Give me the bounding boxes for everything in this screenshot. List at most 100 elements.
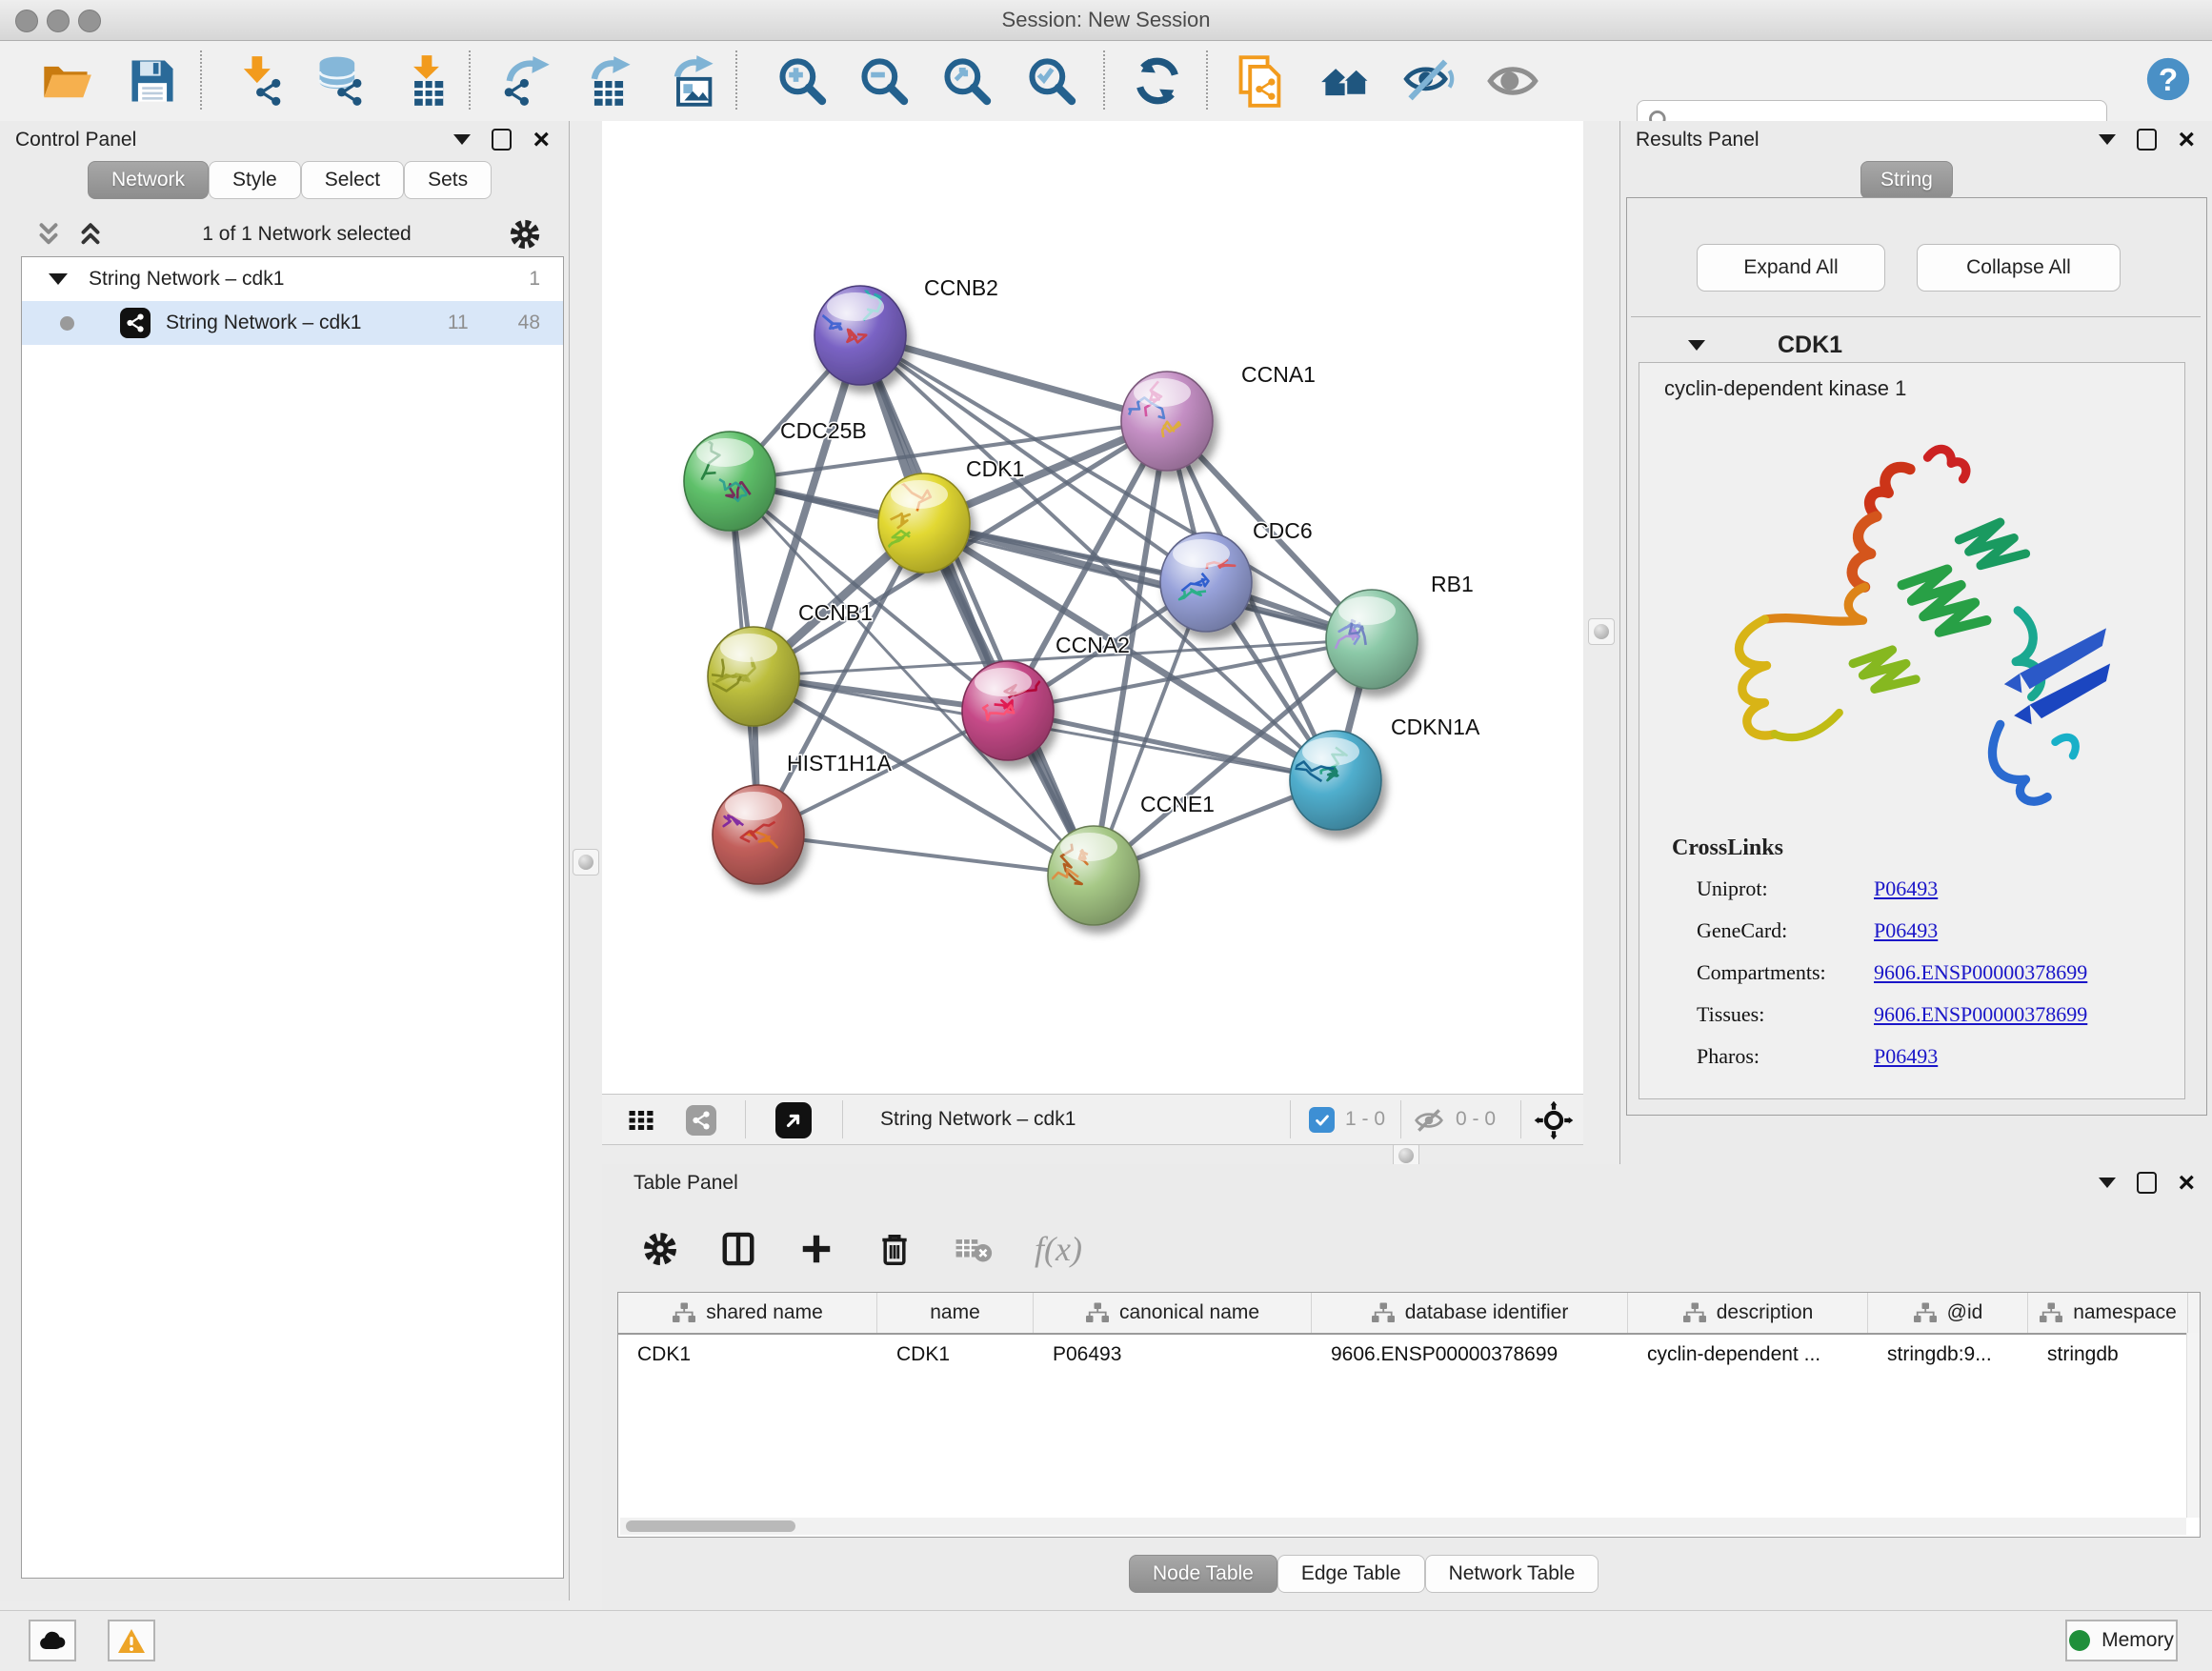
table-cell[interactable]: stringdb xyxy=(2028,1335,2188,1375)
tab-edge-table[interactable]: Edge Table xyxy=(1277,1555,1425,1593)
cloud-status-button[interactable] xyxy=(29,1620,76,1661)
node-table[interactable]: shared namenamecanonical namedatabase id… xyxy=(617,1292,2201,1538)
show-columns-icon[interactable] xyxy=(720,1231,756,1267)
table-row[interactable]: CDK1CDK1P064939606.ENSP00000378699cyclin… xyxy=(618,1335,2200,1375)
import-table-file-icon[interactable] xyxy=(400,54,453,108)
preview-eye-icon[interactable] xyxy=(1486,54,1539,108)
network-collection-row[interactable]: String Network – cdk1 1 xyxy=(22,257,563,301)
network-node-CCNB1[interactable] xyxy=(705,627,799,726)
expand-all-networks-icon[interactable] xyxy=(76,220,105,249)
network-node-RB1[interactable] xyxy=(1326,590,1418,689)
results-panel-close-icon[interactable]: × xyxy=(2178,131,2195,150)
left-splitter[interactable] xyxy=(570,121,602,1601)
left-splitter-grip[interactable] xyxy=(573,849,599,876)
control-panel-float-icon[interactable] xyxy=(492,129,512,151)
results-panel-float-icon[interactable] xyxy=(2137,129,2157,151)
h-scrollbar-thumb[interactable] xyxy=(626,1520,795,1532)
expand-all-button[interactable]: Expand All xyxy=(1697,244,1885,292)
column-header-namespace[interactable]: namespace xyxy=(2028,1293,2188,1333)
bottom-splitter[interactable] xyxy=(602,1145,1583,1164)
export-network-icon[interactable] xyxy=(499,54,553,108)
save-session-icon[interactable] xyxy=(126,54,179,108)
network-node-CCNA1[interactable] xyxy=(1121,372,1213,471)
tab-style[interactable]: Style xyxy=(209,161,301,199)
network-node-CDC25B[interactable] xyxy=(684,432,775,531)
collection-expander-icon[interactable] xyxy=(49,273,68,285)
network-node-CCNB2[interactable] xyxy=(814,286,906,385)
crosslink-link[interactable]: P06493 xyxy=(1874,918,1938,943)
hidden-eye-slash-icon[interactable] xyxy=(1414,1105,1444,1136)
tab-network[interactable]: Network xyxy=(88,161,209,199)
crosslink-link[interactable]: P06493 xyxy=(1874,876,1938,901)
clone-network-icon[interactable] xyxy=(1234,54,1287,108)
export-table-icon[interactable] xyxy=(582,54,635,108)
network-node-CDKN1A[interactable] xyxy=(1290,731,1381,830)
birds-eye-view-icon[interactable] xyxy=(775,1102,812,1138)
table-horizontal-scrollbar[interactable] xyxy=(620,1518,2186,1535)
zoom-selected-icon[interactable] xyxy=(1025,54,1078,108)
function-builder-icon[interactable]: f(x) xyxy=(1035,1229,1082,1269)
table-cell[interactable]: P06493 xyxy=(1034,1335,1312,1375)
right-splitter[interactable] xyxy=(1583,121,1619,1164)
control-panel-close-icon[interactable]: × xyxy=(533,131,550,150)
open-session-icon[interactable] xyxy=(40,54,93,108)
pan-crosshair-icon[interactable] xyxy=(1534,1100,1574,1140)
network-edge-HIST1H1A-CCNE1[interactable] xyxy=(758,835,1094,876)
refresh-view-icon[interactable] xyxy=(1131,54,1184,108)
column-header-canonical-name[interactable]: canonical name xyxy=(1034,1293,1312,1333)
table-panel-float-icon[interactable] xyxy=(2137,1172,2157,1194)
crosslink-link[interactable]: P06493 xyxy=(1874,1044,1938,1069)
collapse-all-button[interactable]: Collapse All xyxy=(1917,244,2121,292)
delete-column-icon[interactable] xyxy=(876,1231,913,1267)
control-panel-menu-icon[interactable] xyxy=(453,134,471,145)
show-hide-panels-icon[interactable] xyxy=(1320,54,1374,108)
zoom-out-icon[interactable] xyxy=(857,54,911,108)
add-column-icon[interactable] xyxy=(798,1231,835,1267)
network-row-selected[interactable]: String Network – cdk1 11 48 xyxy=(22,301,563,345)
table-cell[interactable]: CDK1 xyxy=(877,1335,1034,1375)
table-cell[interactable]: CDK1 xyxy=(618,1335,877,1375)
memory-button[interactable]: Memory xyxy=(2065,1620,2178,1661)
table-panel-close-icon[interactable]: × xyxy=(2178,1174,2195,1193)
column-header-database-identifier[interactable]: database identifier xyxy=(1312,1293,1628,1333)
results-panel-menu-icon[interactable] xyxy=(2099,134,2116,145)
network-node-HIST1H1A[interactable] xyxy=(713,785,804,884)
network-node-CCNA2[interactable] xyxy=(962,661,1054,760)
network-options-gear-icon[interactable] xyxy=(509,218,541,251)
column-header-shared-name[interactable]: shared name xyxy=(618,1293,877,1333)
export-image-icon[interactable] xyxy=(665,54,718,108)
network-node-CDC6[interactable] xyxy=(1160,533,1252,632)
table-vertical-scrollbar[interactable] xyxy=(2186,1333,2200,1518)
selected-checkbox-icon[interactable] xyxy=(1309,1107,1335,1133)
network-canvas[interactable]: CCNB2CCNA1CDC25BCDK1CDC6RB1CCNB1CCNA2CDK… xyxy=(602,121,1583,1094)
table-options-gear-icon[interactable] xyxy=(642,1231,678,1267)
tab-string[interactable]: String xyxy=(1860,161,1953,199)
network-node-CDK1[interactable] xyxy=(878,473,970,573)
tab-network-table[interactable]: Network Table xyxy=(1425,1555,1599,1593)
network-graph[interactable]: CCNB2CCNA1CDC25BCDK1CDC6RB1CCNB1CCNA2CDK… xyxy=(602,121,1583,1094)
hide-selected-icon[interactable] xyxy=(1403,54,1457,108)
crosslink-link[interactable]: 9606.ENSP00000378699 xyxy=(1874,960,2087,985)
zoom-fit-icon[interactable] xyxy=(940,54,994,108)
column-header-name[interactable]: name xyxy=(877,1293,1034,1333)
column-header-description[interactable]: description xyxy=(1628,1293,1868,1333)
tab-select[interactable]: Select xyxy=(301,161,404,199)
help-icon[interactable]: ? xyxy=(2145,56,2191,102)
import-network-file-icon[interactable] xyxy=(232,54,286,108)
table-cell[interactable]: 9606.ENSP00000378699 xyxy=(1312,1335,1628,1375)
crosslink-link[interactable]: 9606.ENSP00000378699 xyxy=(1874,1002,2087,1027)
network-node-CCNE1[interactable] xyxy=(1042,826,1139,925)
zoom-in-icon[interactable] xyxy=(775,54,829,108)
table-panel-menu-icon[interactable] xyxy=(2099,1178,2116,1188)
tab-sets[interactable]: Sets xyxy=(404,161,492,199)
network-badge-icon[interactable] xyxy=(686,1105,716,1136)
column-header--id[interactable]: @id xyxy=(1868,1293,2028,1333)
delete-table-icon[interactable] xyxy=(955,1233,993,1265)
import-network-database-icon[interactable] xyxy=(312,54,366,108)
right-splitter-grip[interactable] xyxy=(1588,618,1615,645)
warning-status-button[interactable] xyxy=(108,1620,155,1661)
table-cell[interactable]: cyclin-dependent ... xyxy=(1628,1335,1868,1375)
network-edge-CCNA2-CDKN1A[interactable] xyxy=(1008,711,1336,780)
table-cell[interactable]: stringdb:9... xyxy=(1868,1335,2028,1375)
grid-view-icon[interactable] xyxy=(627,1106,655,1135)
